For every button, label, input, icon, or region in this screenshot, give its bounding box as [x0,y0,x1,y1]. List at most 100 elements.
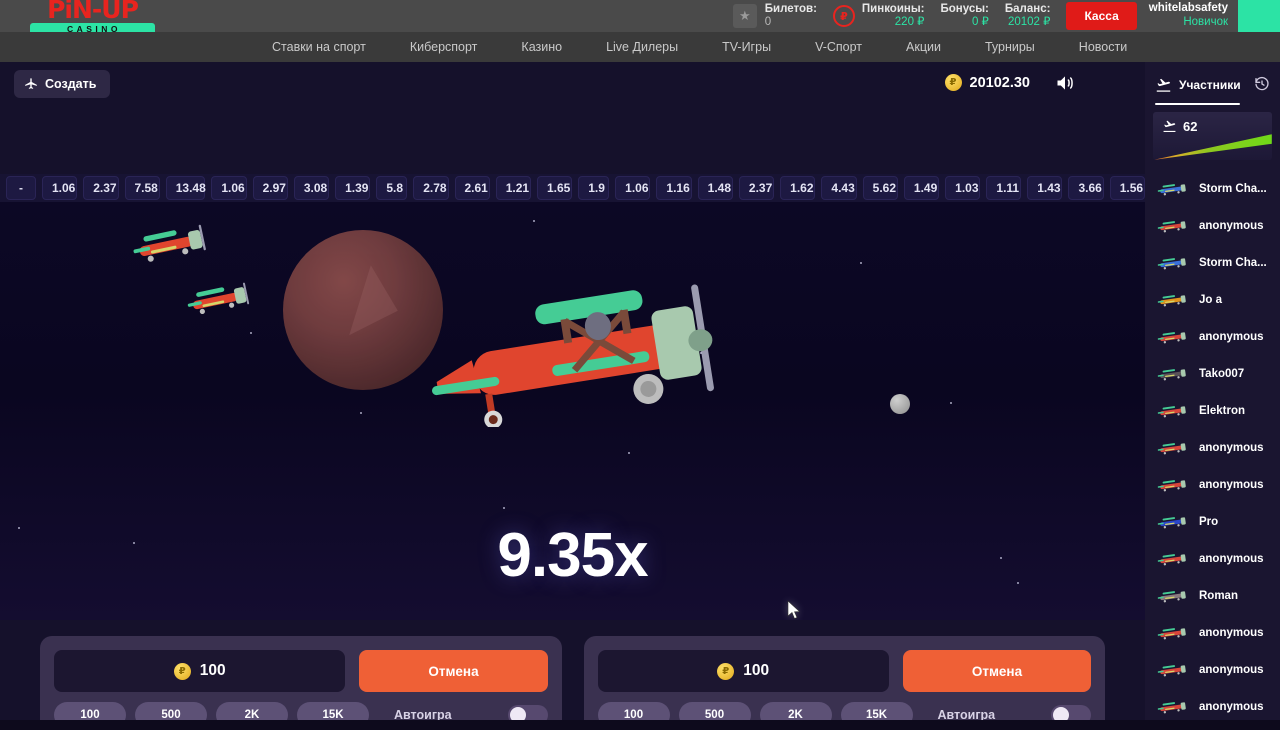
participant-plane-icon [1157,701,1186,713]
nav-item-4[interactable]: Live Дилеры [584,40,700,54]
participants-trend-line [1153,134,1272,160]
star-icon[interactable]: ★ [732,4,757,28]
bet-amount-input[interactable]: ₽100 [54,650,346,692]
participant-plane-icon [1157,479,1186,491]
participants-tab-label[interactable]: Участники [1179,78,1241,92]
history-clock-icon[interactable] [1254,76,1270,97]
history-chip[interactable]: 1.16 [656,176,692,200]
history-chip[interactable]: 2.37 [83,176,119,200]
sound-on-icon[interactable] [1055,73,1075,98]
autoplay-toggle[interactable] [1051,705,1091,720]
history-chip[interactable]: 1.03 [945,176,981,200]
history-chip[interactable]: 4.43 [821,176,857,200]
quick-amount-button[interactable]: 2K [216,702,288,720]
history-chip[interactable]: 1.43 [1027,176,1063,200]
coin-icon: ₽ [944,74,962,91]
participant-row[interactable]: anonymous [1145,688,1280,725]
participant-row[interactable]: anonymous [1145,466,1280,503]
history-chip[interactable]: 13.48 [165,176,206,200]
quick-amount-button[interactable]: 100 [54,702,126,720]
quick-amount-button[interactable]: 500 [678,702,751,720]
header-green-accent[interactable] [1238,0,1280,32]
pinup-logo[interactable]: PiN-UP CASINO [30,0,155,36]
history-chip[interactable]: 5.62 [862,176,898,200]
participant-name: anonymous [1199,478,1264,491]
balance-label: Баланс: [1004,2,1051,15]
history-chip[interactable]: 1.56 [1109,176,1145,200]
autoplay-toggle[interactable] [507,705,548,720]
history-chip[interactable]: 1.39 [335,176,371,200]
history-chip[interactable]: 2.97 [252,176,288,200]
quick-amount-button[interactable]: 15K [297,702,369,720]
history-chip[interactable]: 2.78 [413,176,449,200]
quick-amount-button[interactable]: 2K [759,702,832,720]
nav-item-2[interactable]: Киберспорт [388,40,500,54]
bonuses-stat: Бонусы: 0 ₽ [940,3,988,29]
participant-row[interactable]: anonymous [1145,540,1280,577]
bet-amount-input[interactable]: ₽100 [597,650,889,692]
participant-row[interactable]: Jo a [1145,281,1280,318]
participant-row[interactable]: anonymous [1145,651,1280,688]
nav-item-9[interactable]: Новости [1057,40,1149,54]
participant-plane-icon [1157,331,1186,343]
participant-row[interactable]: anonymous [1145,614,1280,651]
nav-item-1[interactable]: Ставки на спорт [250,40,388,54]
history-chip[interactable]: - [6,176,36,200]
participant-row[interactable]: anonymous [1145,429,1280,466]
tickets-label: Билетов: [764,2,817,15]
history-chip[interactable]: 7.58 [124,176,160,200]
quick-amount-button[interactable]: 500 [135,702,207,720]
participant-plane-icon [1157,257,1186,269]
history-chip[interactable]: 2.37 [738,176,775,200]
main-plane [432,284,714,427]
history-chip[interactable]: 1.06 [211,176,247,200]
star-decoration [533,220,535,222]
nav-item-5[interactable]: TV-Игры [700,40,793,54]
history-chip[interactable]: 1.06 [615,176,651,200]
nav-item-7[interactable]: Акции [884,40,963,54]
participant-plane-icon [1157,627,1186,639]
history-chip[interactable]: 2.61 [454,176,490,200]
history-chip[interactable]: 1.11 [986,176,1022,200]
participant-row[interactable]: Tako007 [1145,355,1280,392]
bet-options-row: 100 500 2K 15K Автоигра [54,702,548,720]
participant-plane-icon [1157,294,1186,306]
small-plane-1 [133,224,206,262]
participant-row[interactable]: Roman [1145,577,1280,614]
participant-row[interactable]: Storm Cha... [1145,244,1280,281]
participant-row[interactable]: Elektron [1145,392,1280,429]
quick-amount-button[interactable]: 100 [597,702,670,720]
participant-row[interactable]: Storm Cha... [1145,170,1280,207]
multiplier-history-bar[interactable]: -1.06 2.37 7.58 13.48 1.06 2.97 3.08 1.39 5.8 2.7… [0,174,1145,202]
bet-controls-row: ₽100 Отмена [54,650,548,692]
create-button[interactable]: Создать [14,70,111,98]
participant-row[interactable]: anonymous [1145,318,1280,355]
participant-row[interactable]: Pro [1145,503,1280,540]
cancel-bet-button[interactable]: Отмена [359,650,548,692]
history-chip[interactable]: 1.21 [495,176,531,200]
participants-list[interactable]: Storm Cha... anonymous Storm Cha... Jo a ano… [1145,170,1280,730]
history-chip[interactable]: 3.08 [293,176,330,200]
user-account[interactable]: whitelabsafety Новичок [1149,2,1228,30]
history-chip[interactable]: 1.06 [42,176,78,200]
history-chip[interactable]: 1.49 [903,176,940,200]
history-chip[interactable]: 1.9 [578,176,610,200]
nav-item-6[interactable]: V-Спорт [793,40,884,54]
history-chip[interactable]: 5.8 [376,176,408,200]
game-area: Создать ₽ 20102.30 -1.06 2.37 7.58 13.48 1.0… [0,62,1145,720]
participant-row[interactable]: anonymous [1145,207,1280,244]
history-chip[interactable]: 1.65 [537,176,573,200]
pincoins-value: 220 ₽ [894,16,925,28]
history-chip[interactable]: 1.62 [780,176,816,200]
history-chip[interactable]: 1.48 [697,176,733,200]
coin-icon: ₽ [173,662,191,680]
nav-item-3[interactable]: Казино [499,40,584,54]
top-header-bar: PiN-UP CASINO ★ Билетов: 0 ₽ Пинкоины: 2… [0,0,1280,35]
history-chip[interactable]: 3.66 [1068,176,1104,200]
quick-amount-button[interactable]: 15K [840,702,913,720]
star-decoration [628,452,630,454]
username-label: whitelabsafety [1148,2,1228,15]
nav-item-8[interactable]: Турниры [963,40,1057,54]
cashier-button[interactable]: Касса [1066,2,1137,30]
cancel-bet-button[interactable]: Отмена [902,650,1091,692]
